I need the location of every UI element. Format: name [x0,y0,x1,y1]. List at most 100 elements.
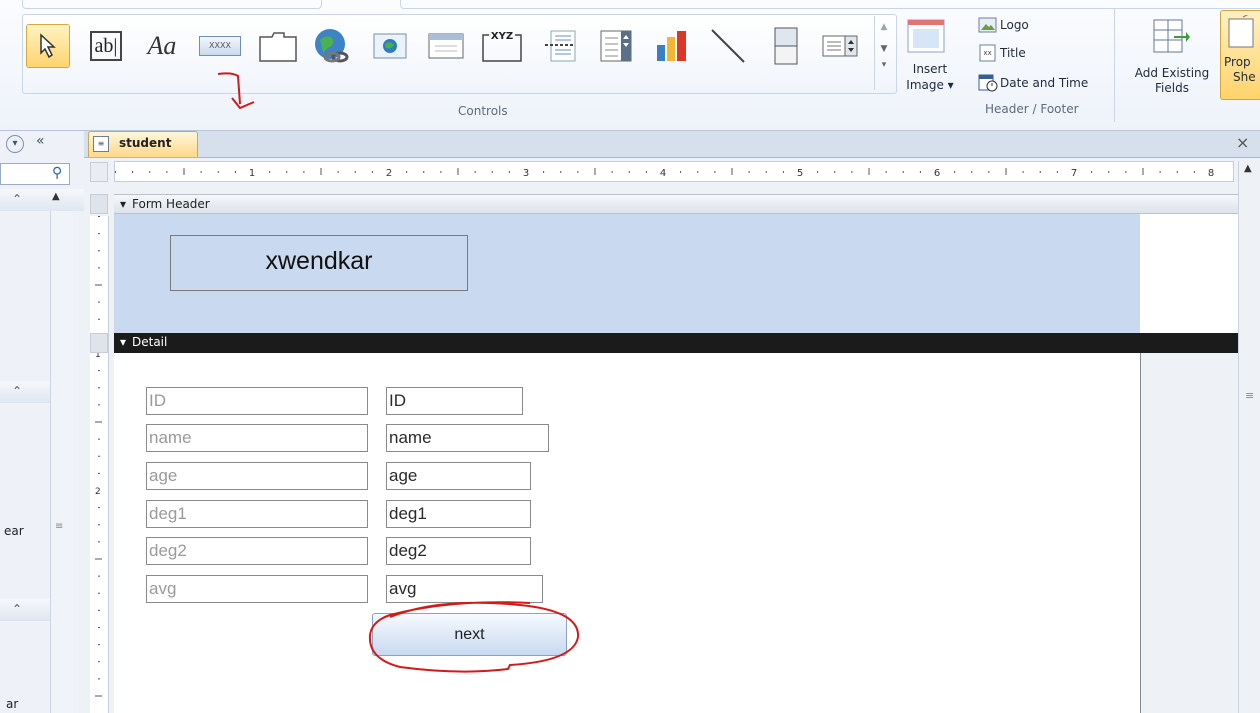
ruler-tick [200,171,202,173]
title-button[interactable]: xx Title [978,44,1108,66]
ruler-tick [440,171,442,173]
ruler-tick [645,171,647,173]
vertical-scrollbar[interactable]: ▲ ≡ [1238,161,1260,713]
gallery-more-arrow[interactable]: ▾ [875,60,893,70]
tab-control-icon [259,32,297,62]
ruler-tick [406,171,408,173]
nav-collapse-group-icon[interactable]: ⌃ [12,192,22,206]
nav-item-fragment-2[interactable]: ar [6,697,18,711]
line-tool-button[interactable] [706,24,750,68]
tab-control-tool-button[interactable] [256,24,300,68]
vruler-tick [98,524,100,526]
nav-scroll-grip-icon[interactable]: ≡ [55,521,63,532]
field-textbox[interactable]: deg2 [386,537,531,565]
ruler-tick [491,171,493,173]
nav-group-header[interactable]: ⌃ ▲ [0,189,84,211]
section-arrow-icon: ▾ [120,197,127,211]
ruler-tick [1142,168,1144,175]
nav-group-header-2[interactable]: ⌃ [0,381,50,403]
ruler-tick [577,171,579,173]
ruler-tick [149,171,151,173]
list-box-tool-button[interactable] [818,24,862,68]
property-sheet-button[interactable]: Prop She [1220,10,1260,100]
field-label[interactable]: age [146,462,368,490]
property-sheet-icon [1228,15,1254,48]
nav-collapse-button[interactable]: « [36,133,45,149]
vruler-tick [98,370,100,372]
field-textbox[interactable]: deg1 [386,500,531,528]
vruler-tick [98,609,100,611]
field-textbox[interactable]: name [386,424,549,452]
detail-section-bar[interactable]: ▾ Detail [114,333,1238,353]
close-document-button[interactable]: × [1236,133,1249,152]
nav-collapse-group-icon-2[interactable]: ⌃ [12,384,22,398]
document-tab-bar [84,131,1260,158]
logo-button[interactable]: Logo [978,16,1108,38]
web-browser-tool-button[interactable] [368,24,412,68]
field-label[interactable]: deg1 [146,500,368,528]
gallery-up-arrow[interactable]: ▲ [875,22,893,32]
label-tool-button[interactable]: Aa [140,24,184,68]
property-sheet-label-2: She [1233,70,1256,84]
ruler-tick [1039,171,1041,173]
vruler-tick [98,592,100,594]
field-label[interactable]: deg2 [146,537,368,565]
field-label[interactable]: name [146,424,368,452]
ruler-tick [902,171,904,173]
field-textbox[interactable]: ID [386,387,523,415]
field-textbox[interactable]: age [386,462,531,490]
detail-label: Detail [132,335,168,349]
svg-text:xx: xx [983,49,991,57]
ruler-tick [628,171,630,173]
toggle-button-tool-button[interactable] [764,24,808,68]
hyperlink-tool-button[interactable] [310,24,354,68]
ruler-tick [834,171,836,173]
ruler-tick [217,171,219,173]
navigation-tool-button[interactable] [424,24,468,68]
button-tool-button[interactable]: XXXX [198,24,242,68]
option-group-tool-button[interactable]: XYZ [480,24,524,68]
form-title-label[interactable]: xwendkar [170,235,468,291]
nav-menu-dropdown[interactable]: ▾ [6,135,24,153]
vruler-tick [98,644,100,646]
combo-box-tool-button[interactable] [594,24,638,68]
scroll-up-arrow[interactable]: ▲ [1244,163,1252,174]
scroll-grip-icon[interactable]: ≡ [1245,389,1254,402]
textbox-tool-button[interactable]: ab| [84,24,128,68]
insert-image-button[interactable]: Insert Image ▾ [898,14,956,100]
ruler-tick [971,171,973,173]
date-time-button[interactable]: Date and Time [978,74,1108,96]
ruler-tick [988,171,990,173]
field-label[interactable]: avg [146,575,368,603]
form-header-section-bar[interactable]: ▾ Form Header [114,194,1238,214]
nav-group-header-3[interactable]: ⌃ [0,599,50,621]
ruler-tick [115,171,116,173]
nav-scrollbar[interactable]: ≡ [50,211,73,713]
form-selector[interactable] [90,162,108,182]
nav-item-fragment[interactable]: ear [4,524,24,538]
vruler-tick [98,387,100,389]
chart-tool-button[interactable] [650,24,694,68]
ruler-tick [474,171,476,173]
ruler-mark-label: 7 [1071,168,1077,179]
ribbon-top-box-right [400,0,1260,9]
nav-collapse-group-icon-3[interactable]: ⌃ [12,602,22,616]
form-header-selector[interactable] [90,194,108,214]
field-label[interactable]: ID [146,387,368,415]
vertical-ruler-ticks: 12 [95,216,102,697]
page-break-tool-button[interactable] [538,24,582,68]
ruler-tick [782,171,784,173]
ruler-tick [680,171,682,173]
gallery-scroll[interactable]: ▲ ▼ ▾ [874,16,893,90]
nav-scroll-up-icon[interactable]: ▲ [52,191,60,202]
ruler-mark-label: 8 [1208,168,1214,179]
select-tool-button[interactable] [26,24,70,68]
search-icon[interactable]: ⚲ [52,165,62,181]
document-tab-student[interactable]: ≡ student [88,131,198,157]
detail-selector[interactable] [90,333,108,353]
combo-box-icon [600,30,632,62]
ruler-mark-label: 6 [934,168,940,179]
gallery-down-arrow[interactable]: ▼ [875,44,893,54]
navigation-control-icon [428,33,464,59]
add-existing-fields-button[interactable]: Add Existing Fields [1122,14,1222,114]
